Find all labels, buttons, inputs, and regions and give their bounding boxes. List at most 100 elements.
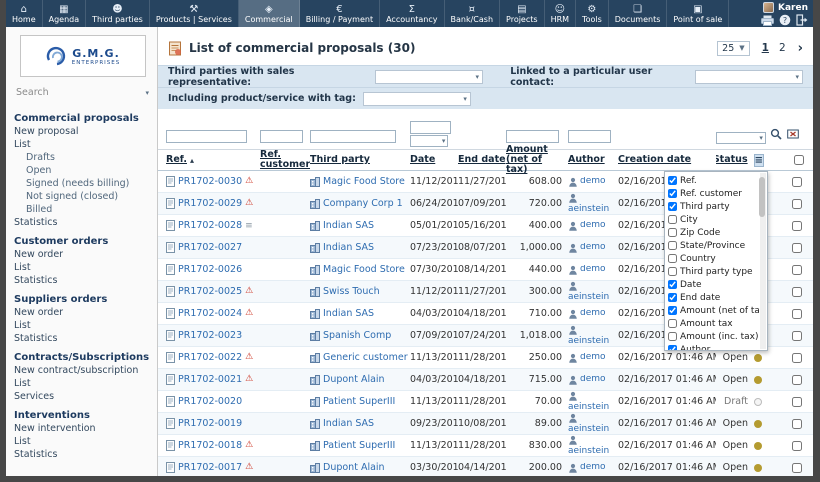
row-checkbox[interactable]: [792, 177, 802, 187]
sidebar-item-not-signed-closed[interactable]: Not signed (closed): [14, 190, 151, 203]
column-option-checkbox[interactable]: [668, 293, 677, 302]
sidebar-item-list[interactable]: List: [14, 138, 151, 151]
sidebar-item-statistics[interactable]: Statistics: [14, 332, 151, 345]
third-party-filter-input[interactable]: [310, 130, 396, 143]
column-option-checkbox[interactable]: [668, 189, 677, 198]
sidebar-item-list[interactable]: List: [14, 435, 151, 448]
row-checkbox[interactable]: [792, 331, 802, 341]
sidebar-item-signed-needs-billing[interactable]: Signed (needs billing): [14, 177, 151, 190]
nav-tab-hrm[interactable]: ☺HRM: [545, 0, 576, 27]
col-header-status[interactable]: Status≡: [716, 154, 768, 167]
sidebar-item-list[interactable]: List: [14, 261, 151, 274]
nav-tab-products-services[interactable]: ⚒Products | Services: [150, 0, 239, 27]
third-party-link[interactable]: Magic Food Store: [323, 176, 405, 187]
column-option-checkbox[interactable]: [668, 254, 677, 263]
column-option-third-party-type[interactable]: Third party type: [668, 265, 759, 278]
select-all-checkbox[interactable]: [794, 155, 804, 165]
author-link[interactable]: aeinstein: [568, 205, 609, 214]
logout-icon[interactable]: [796, 14, 808, 26]
proposal-ref-link[interactable]: PR1702-0028: [178, 220, 242, 231]
proposal-ref-link[interactable]: PR1702-0024: [178, 308, 242, 319]
status-filter-select[interactable]: ▾: [716, 132, 766, 144]
sidebar-item-list[interactable]: List: [14, 377, 151, 390]
column-option-checkbox[interactable]: [668, 228, 677, 237]
nav-tab-billing-payment[interactable]: €Billing / Payment: [300, 0, 380, 27]
column-option-checkbox[interactable]: [668, 306, 677, 315]
sidebar-item-drafts[interactable]: Drafts: [14, 151, 151, 164]
column-option-checkbox[interactable]: [668, 332, 677, 341]
author-link[interactable]: demo: [580, 353, 606, 362]
page-link-1[interactable]: 1: [762, 42, 769, 54]
row-checkbox[interactable]: [792, 287, 802, 297]
column-option-city[interactable]: City: [668, 213, 759, 226]
author-link[interactable]: aeinstein: [568, 425, 609, 434]
author-filter-input[interactable]: [568, 130, 611, 143]
author-link[interactable]: demo: [580, 463, 606, 472]
proposal-ref-link[interactable]: PR1702-0021: [178, 374, 242, 385]
sidebar-item-new-contract-subscription[interactable]: New contract/subscription: [14, 364, 151, 377]
sidebar-item-statistics[interactable]: Statistics: [14, 448, 151, 461]
row-checkbox[interactable]: [792, 419, 802, 429]
column-option-state-province[interactable]: State/Province: [668, 239, 759, 252]
sidebar-item-statistics[interactable]: Statistics: [14, 216, 151, 229]
column-option-amount-inc-tax[interactable]: Amount (inc. tax): [668, 330, 759, 343]
page-size-select[interactable]: 25 ▼: [717, 41, 749, 56]
column-option-end-date[interactable]: End date: [668, 291, 759, 304]
ref-customer-filter-input[interactable]: [260, 130, 303, 143]
row-checkbox[interactable]: [792, 265, 802, 275]
sidebar-item-billed[interactable]: Billed: [14, 203, 151, 216]
proposal-ref-link[interactable]: PR1702-0029: [178, 198, 242, 209]
column-option-checkbox[interactable]: [668, 176, 677, 185]
column-option-checkbox[interactable]: [668, 215, 677, 224]
third-party-link[interactable]: Indian SAS: [323, 220, 374, 231]
column-option-ref[interactable]: Ref.: [668, 174, 759, 187]
proposal-ref-link[interactable]: PR1702-0027: [178, 242, 242, 253]
author-link[interactable]: demo: [580, 375, 606, 384]
col-header-end-date[interactable]: End date: [458, 155, 506, 165]
column-option-amount-tax[interactable]: Amount tax: [668, 317, 759, 330]
col-header-ref-customer[interactable]: Ref. customer: [260, 150, 310, 170]
column-option-date[interactable]: Date: [668, 278, 759, 291]
row-checkbox[interactable]: [792, 375, 802, 385]
row-checkbox[interactable]: [792, 243, 802, 253]
author-link[interactable]: aeinstein: [568, 337, 609, 346]
column-option-country[interactable]: Country: [668, 252, 759, 265]
nav-tab-third-parties[interactable]: ☻Third parties: [86, 0, 150, 27]
col-header-third-party[interactable]: Third party: [310, 155, 410, 165]
next-page-button[interactable]: ›: [798, 41, 803, 56]
col-header-date[interactable]: Date: [410, 155, 458, 165]
page-link-2[interactable]: 2: [779, 42, 786, 54]
row-checkbox[interactable]: [792, 397, 802, 407]
sidebar-item-new-intervention[interactable]: New intervention: [14, 422, 151, 435]
proposal-ref-link[interactable]: PR1702-0019: [178, 418, 242, 429]
col-header-ref[interactable]: Ref.▴: [166, 155, 260, 165]
clear-filters-button[interactable]: [787, 128, 799, 140]
sidebar-item-services[interactable]: Services: [14, 390, 151, 403]
nav-tab-documents[interactable]: ❏Documents: [609, 0, 668, 27]
column-option-ref-customer[interactable]: Ref. customer: [668, 187, 759, 200]
user-contact-select[interactable]: ▾: [695, 70, 803, 84]
row-checkbox[interactable]: [792, 441, 802, 451]
author-link[interactable]: demo: [580, 243, 606, 252]
row-checkbox[interactable]: [792, 309, 802, 319]
column-option-third-party[interactable]: Third party: [668, 200, 759, 213]
author-link[interactable]: demo: [580, 309, 606, 318]
third-party-link[interactable]: Dupont Alain: [323, 374, 385, 385]
third-party-link[interactable]: Swiss Touch: [323, 286, 380, 297]
proposal-ref-link[interactable]: PR1702-0023: [178, 330, 242, 341]
search-button[interactable]: [770, 128, 782, 140]
amount-filter-input[interactable]: [506, 130, 559, 143]
column-option-checkbox[interactable]: [668, 345, 677, 351]
column-option-author[interactable]: Author: [668, 343, 759, 351]
column-option-checkbox[interactable]: [668, 319, 677, 328]
proposal-ref-link[interactable]: PR1702-0018: [178, 440, 242, 451]
third-party-link[interactable]: Spanish Comp: [323, 330, 391, 341]
row-checkbox[interactable]: [792, 199, 802, 209]
column-option-checkbox[interactable]: [668, 280, 677, 289]
ref-filter-input[interactable]: [166, 130, 247, 143]
third-party-link[interactable]: Patient SuperIII: [323, 396, 395, 407]
sales-rep-select[interactable]: ▾: [375, 70, 483, 84]
author-link[interactable]: demo: [580, 177, 606, 186]
proposal-ref-link[interactable]: PR1702-0022: [178, 352, 242, 363]
user-menu[interactable]: Karen: [763, 2, 808, 13]
